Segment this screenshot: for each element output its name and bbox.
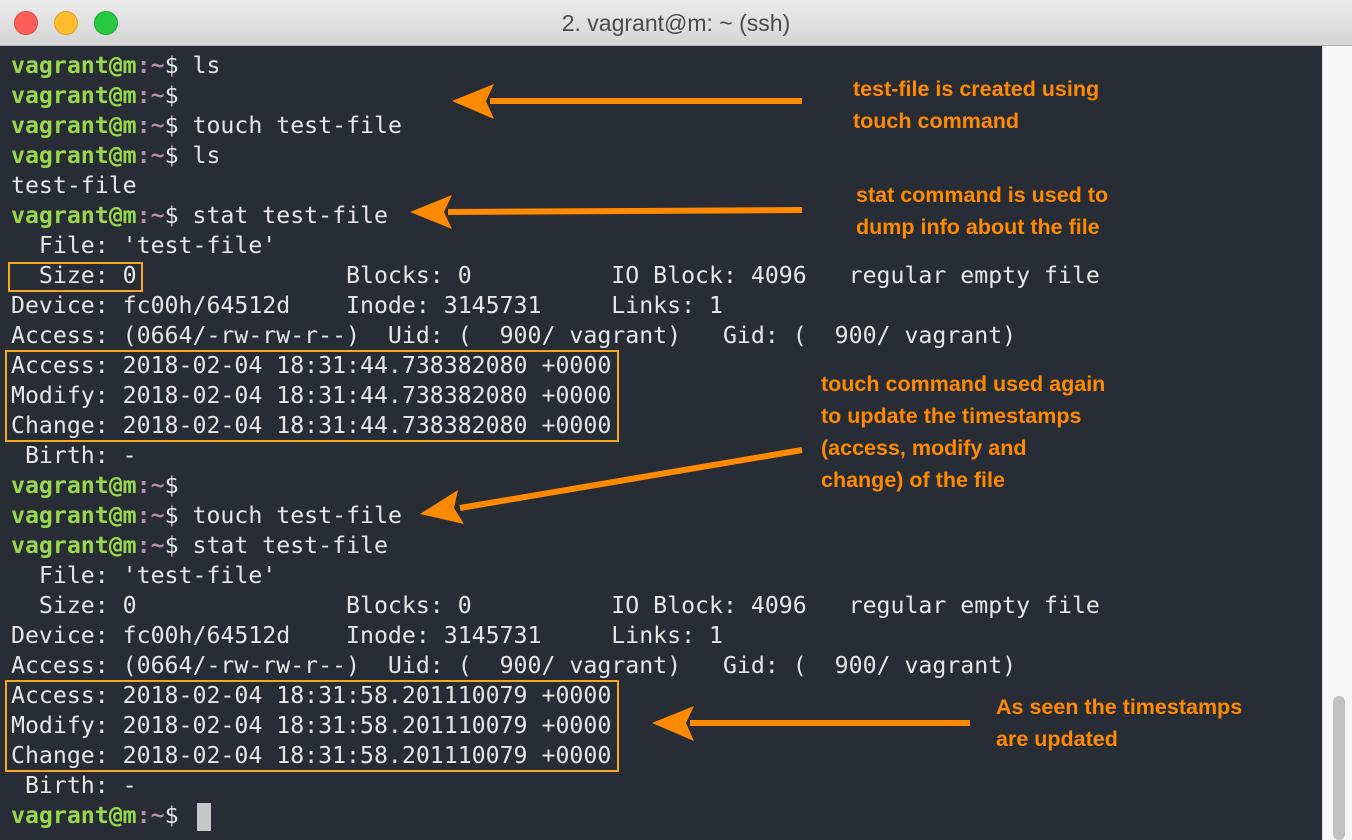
command-text: stat test-file xyxy=(178,532,388,559)
prompt-path: ~ xyxy=(150,802,165,829)
prompt-colon: : xyxy=(136,112,151,139)
prompt-colon: : xyxy=(136,52,151,79)
prompt-user-host: vagrant@m xyxy=(11,502,137,529)
timestamps-highlight-box-2 xyxy=(5,680,619,772)
prompt-user-host: vagrant@m xyxy=(11,532,137,559)
prompt-user-host: vagrant@m xyxy=(11,142,137,169)
output-line: Size: 0 Blocks: 0 IO Block: 4096 regular… xyxy=(11,262,1100,289)
command-text: touch test-file xyxy=(178,502,402,529)
prompt-path: ~ xyxy=(150,142,165,169)
prompt-path: ~ xyxy=(150,82,165,109)
prompt-path: ~ xyxy=(150,502,165,529)
prompt-user-host: vagrant@m xyxy=(11,202,137,229)
vertical-scrollbar[interactable] xyxy=(1322,46,1352,840)
annotation-note-create: test-file is created using touch command xyxy=(853,77,1100,133)
terminal-line: vagrant@m:~$ touch test-file xyxy=(11,501,402,531)
terminal-line: vagrant@m:~$ stat test-file xyxy=(11,201,388,231)
command-text: ls xyxy=(178,142,221,169)
terminal-line: vagrant@m:~$ xyxy=(11,471,179,501)
output-line: Access: (0664/-rw-rw-r--) Uid: ( 900/ va… xyxy=(11,322,1017,349)
terminal-line: vagrant@m:~$ xyxy=(11,801,211,831)
output-line: Birth: - xyxy=(11,442,137,469)
prompt-symbol: $ xyxy=(164,472,179,499)
prompt-user-host: vagrant@m xyxy=(11,82,137,109)
prompt-user-host: vagrant@m xyxy=(11,52,137,79)
terminal-line: vagrant@m:~$ stat test-file xyxy=(11,531,388,561)
output-line: Access: (0664/-rw-rw-r--) Uid: ( 900/ va… xyxy=(11,652,1017,679)
output-line: Size: 0 Blocks: 0 IO Block: 4096 regular… xyxy=(11,592,1100,619)
output-line: File: 'test-file' xyxy=(11,562,277,589)
prompt-colon: : xyxy=(136,532,151,559)
prompt-path: ~ xyxy=(150,532,165,559)
timestamps-highlight-box-1 xyxy=(5,350,619,442)
prompt-symbol: $ xyxy=(164,112,179,139)
command-text: touch test-file xyxy=(178,112,402,139)
annotation-note-stat: stat command is used to dump info about … xyxy=(856,183,1109,239)
prompt-symbol: $ xyxy=(164,802,179,829)
output-line: Device: fc00h/64512d Inode: 3145731 Link… xyxy=(11,292,723,319)
command-text: ls xyxy=(178,52,221,79)
prompt-path: ~ xyxy=(150,112,165,139)
prompt-colon: : xyxy=(136,502,151,529)
prompt-symbol: $ xyxy=(164,52,179,79)
prompt-symbol: $ xyxy=(164,82,179,109)
terminal-line: vagrant@m:~$ touch test-file xyxy=(11,111,402,141)
terminal-line: vagrant@m:~$ ls xyxy=(11,51,220,81)
prompt-user-host: vagrant@m xyxy=(11,472,137,499)
annotation-note-touch-again: touch command used again to update the t… xyxy=(821,372,1106,492)
command-text: stat test-file xyxy=(178,202,388,229)
prompt-symbol: $ xyxy=(164,502,179,529)
prompt-colon: : xyxy=(136,802,151,829)
output-line: test-file xyxy=(11,172,137,199)
prompt-path: ~ xyxy=(150,202,165,229)
terminal-cursor[interactable] xyxy=(196,802,211,831)
prompt-user-host: vagrant@m xyxy=(11,802,137,829)
title-bar[interactable]: 2. vagrant@m: ~ (ssh) xyxy=(0,0,1352,46)
scrollbar-thumb[interactable] xyxy=(1333,696,1345,840)
prompt-colon: : xyxy=(136,82,151,109)
prompt-user-host: vagrant@m xyxy=(11,112,137,139)
output-line: Device: fc00h/64512d Inode: 3145731 Link… xyxy=(11,622,723,649)
prompt-symbol: $ xyxy=(164,142,179,169)
window-title: 2. vagrant@m: ~ (ssh) xyxy=(561,10,791,36)
prompt-colon: : xyxy=(136,472,151,499)
prompt-path: ~ xyxy=(150,472,165,499)
output-line: File: 'test-file' xyxy=(11,232,277,259)
prompt-symbol: $ xyxy=(164,202,179,229)
command-text xyxy=(179,802,193,829)
annotation-note-updated: As seen the timestamps are updated xyxy=(996,695,1243,751)
output-line: Birth: - xyxy=(11,772,137,799)
terminal-line: vagrant@m:~$ xyxy=(11,81,179,111)
size-highlight-box xyxy=(8,262,143,292)
prompt-path: ~ xyxy=(150,52,165,79)
terminal-window: 2. vagrant@m: ~ (ssh) vagrant@m:~$ ls va… xyxy=(0,0,1352,840)
prompt-colon: : xyxy=(136,202,151,229)
terminal-line: vagrant@m:~$ ls xyxy=(11,141,220,171)
prompt-symbol: $ xyxy=(164,532,179,559)
prompt-colon: : xyxy=(136,142,151,169)
